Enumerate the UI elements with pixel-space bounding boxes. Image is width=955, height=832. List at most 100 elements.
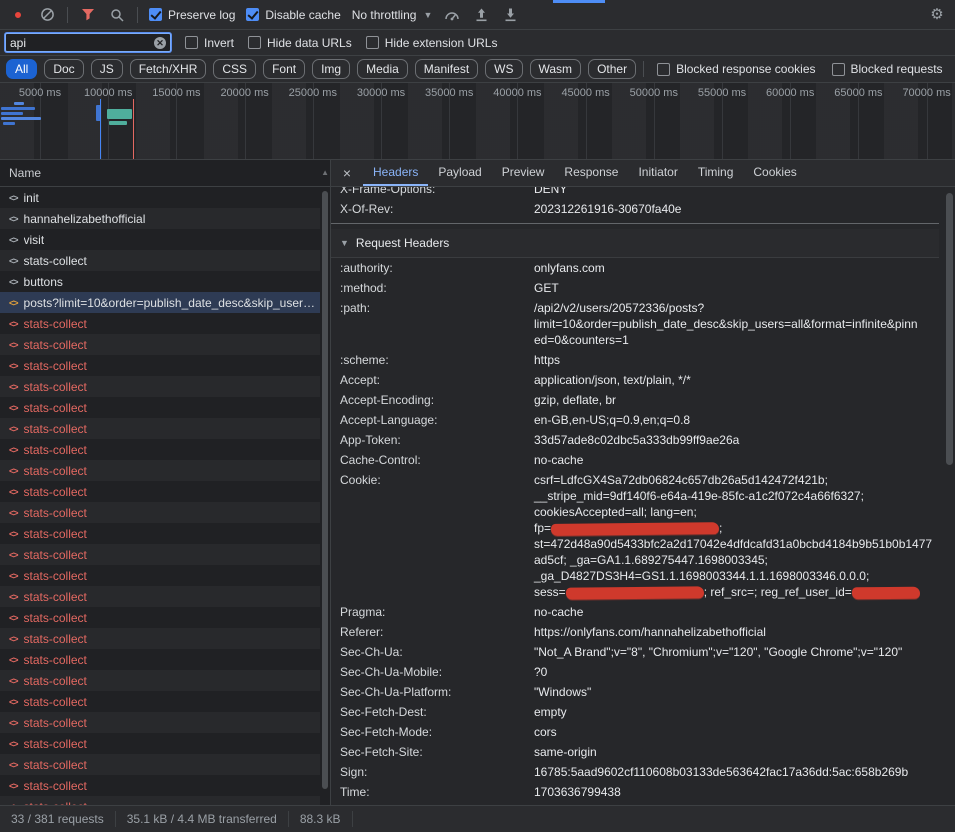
request-row[interactable]: <>stats-collect xyxy=(0,607,330,628)
request-row[interactable]: <>stats-collect xyxy=(0,439,330,460)
xhr-icon: <> xyxy=(9,676,18,686)
invert-input[interactable] xyxy=(185,36,198,49)
header-name: :path: xyxy=(340,300,534,348)
request-row[interactable]: <>stats-collect xyxy=(0,754,330,775)
tab-cookies[interactable]: Cookies xyxy=(743,160,806,186)
request-row[interactable]: <> stats-collect xyxy=(0,313,330,334)
request-row[interactable]: <>stats-collect xyxy=(0,586,330,607)
filter-chip-font[interactable]: Font xyxy=(263,59,305,79)
checkbox-blocked-requests[interactable]: Blocked requests xyxy=(832,62,943,76)
invert-label: Invert xyxy=(204,36,234,50)
request-row[interactable]: <>stats-collect xyxy=(0,565,330,586)
disable-cache-input[interactable] xyxy=(246,8,259,21)
overview-track[interactable]: 5000 ms10000 ms15000 ms20000 ms25000 ms3… xyxy=(0,83,955,160)
filter-bar: ✕ Invert Hide data URLs Hide extension U… xyxy=(0,30,955,56)
filter-chip-wasm[interactable]: Wasm xyxy=(530,59,582,79)
blocked-response-cookies-input[interactable] xyxy=(657,63,670,76)
tab-preview[interactable]: Preview xyxy=(492,160,555,186)
clear-filter-icon[interactable]: ✕ xyxy=(154,37,166,49)
filter-chip-css[interactable]: CSS xyxy=(213,59,256,79)
hide-extension-urls-checkbox[interactable]: Hide extension URLs xyxy=(366,36,498,50)
filter-chip-ws[interactable]: WS xyxy=(485,59,522,79)
disable-cache-checkbox[interactable]: Disable cache xyxy=(246,8,340,22)
hide-data-urls-input[interactable] xyxy=(248,36,261,49)
search-button[interactable] xyxy=(108,6,126,24)
filter-chip-doc[interactable]: Doc xyxy=(44,59,83,79)
details-scrollbar[interactable] xyxy=(944,187,955,805)
request-row[interactable]: <>visit xyxy=(0,229,330,250)
request-row[interactable]: <>stats-collect xyxy=(0,628,330,649)
request-row[interactable]: <>stats-collect xyxy=(0,733,330,754)
request-name: stats-collect xyxy=(24,317,87,331)
filter-chip-all[interactable]: All xyxy=(6,59,37,79)
filter-button[interactable] xyxy=(79,6,97,24)
request-row[interactable]: <>stats-collect xyxy=(0,649,330,670)
request-row[interactable]: <>stats-collect xyxy=(0,712,330,733)
hide-data-urls-checkbox[interactable]: Hide data URLs xyxy=(248,36,352,50)
request-row[interactable]: <>stats-collect xyxy=(0,691,330,712)
tab-headers[interactable]: Headers xyxy=(363,160,428,186)
request-row[interactable]: <>stats-collect xyxy=(0,481,330,502)
header-value: csrf=LdfcGX4Sa72db06824c657db26a5d142472… xyxy=(534,472,939,600)
filter-chip-other[interactable]: Other xyxy=(588,59,636,79)
devtools-network-panel: Preserve log Disable cache No throttling… xyxy=(0,0,955,832)
import-har-button[interactable] xyxy=(472,6,490,24)
network-conditions-button[interactable] xyxy=(443,6,461,24)
filter-chip-manifest[interactable]: Manifest xyxy=(415,59,478,79)
close-details-button[interactable]: × xyxy=(331,160,363,186)
preserve-log-checkbox[interactable]: Preserve log xyxy=(149,8,235,22)
blocked-requests-input[interactable] xyxy=(832,63,845,76)
details-scrollbar-thumb[interactable] xyxy=(946,193,953,465)
request-row[interactable]: <>stats-collect xyxy=(0,397,330,418)
request-row[interactable]: <>stats-collect xyxy=(0,250,330,271)
export-har-button[interactable] xyxy=(501,6,519,24)
hide-extension-urls-input[interactable] xyxy=(366,36,379,49)
tab-payload[interactable]: Payload xyxy=(428,160,491,186)
request-headers-section[interactable]: ▼ Request Headers xyxy=(331,229,939,258)
throttling-dropdown[interactable]: No throttling ▼ xyxy=(352,8,433,22)
request-row[interactable]: <>hannahelizabethofficial xyxy=(0,208,330,229)
clear-button[interactable] xyxy=(38,6,56,24)
request-row[interactable]: <>stats-collect xyxy=(0,523,330,544)
filter-input-box[interactable]: ✕ xyxy=(5,33,171,52)
request-row[interactable]: <>stats-collect xyxy=(0,355,330,376)
request-row[interactable]: <>stats-collect xyxy=(0,670,330,691)
checkbox-blocked-response-cookies[interactable]: Blocked response cookies xyxy=(657,62,815,76)
search-icon xyxy=(110,8,124,22)
header-row: Sec-Ch-Ua-Platform:"Windows" xyxy=(331,682,939,702)
requests-scrollbar[interactable]: ▲ xyxy=(320,187,330,805)
tab-timing[interactable]: Timing xyxy=(688,160,744,186)
invert-checkbox[interactable]: Invert xyxy=(185,36,234,50)
request-row[interactable]: <>stats-collect xyxy=(0,334,330,355)
filter-chip-media[interactable]: Media xyxy=(357,59,408,79)
request-row[interactable]: <>stats-collect xyxy=(0,418,330,439)
filter-chip-js[interactable]: JS xyxy=(91,59,123,79)
status-item: 88.3 kB xyxy=(289,811,353,827)
request-row[interactable]: <>stats-collect xyxy=(0,775,330,796)
requests-scrollbar-thumb[interactable] xyxy=(322,191,328,789)
tab-response[interactable]: Response xyxy=(554,160,628,186)
request-row[interactable]: <>stats-collect xyxy=(0,502,330,523)
filter-chip-fetch-xhr[interactable]: Fetch/XHR xyxy=(130,59,207,79)
preserve-log-input[interactable] xyxy=(149,8,162,21)
request-row[interactable]: <>stats-collect xyxy=(0,544,330,565)
request-row[interactable]: <>stats-collect xyxy=(0,376,330,397)
network-conditions-icon xyxy=(444,9,460,21)
tab-initiator[interactable]: Initiator xyxy=(628,160,687,186)
scroll-up-icon[interactable]: ▲ xyxy=(321,168,329,177)
filter-input[interactable] xyxy=(10,36,150,50)
header-name: Time: xyxy=(340,784,534,800)
header-name: Sec-Fetch-Mode: xyxy=(340,724,534,740)
request-row[interactable]: <>stats-collect xyxy=(0,796,330,805)
settings-button[interactable]: ⚙ xyxy=(928,6,946,24)
redaction-scribble xyxy=(566,586,704,599)
toolbar-separator xyxy=(67,7,68,23)
xhr-icon: <> xyxy=(9,319,18,329)
request-row[interactable]: <>posts?limit=10&order=publish_date_desc… xyxy=(0,292,330,313)
name-column-header[interactable]: Name xyxy=(0,160,330,187)
request-row[interactable]: <>buttons xyxy=(0,271,330,292)
request-row[interactable]: <>stats-collect xyxy=(0,460,330,481)
filter-chip-img[interactable]: Img xyxy=(312,59,350,79)
record-button[interactable] xyxy=(9,6,27,24)
request-row[interactable]: <>init xyxy=(0,187,330,208)
